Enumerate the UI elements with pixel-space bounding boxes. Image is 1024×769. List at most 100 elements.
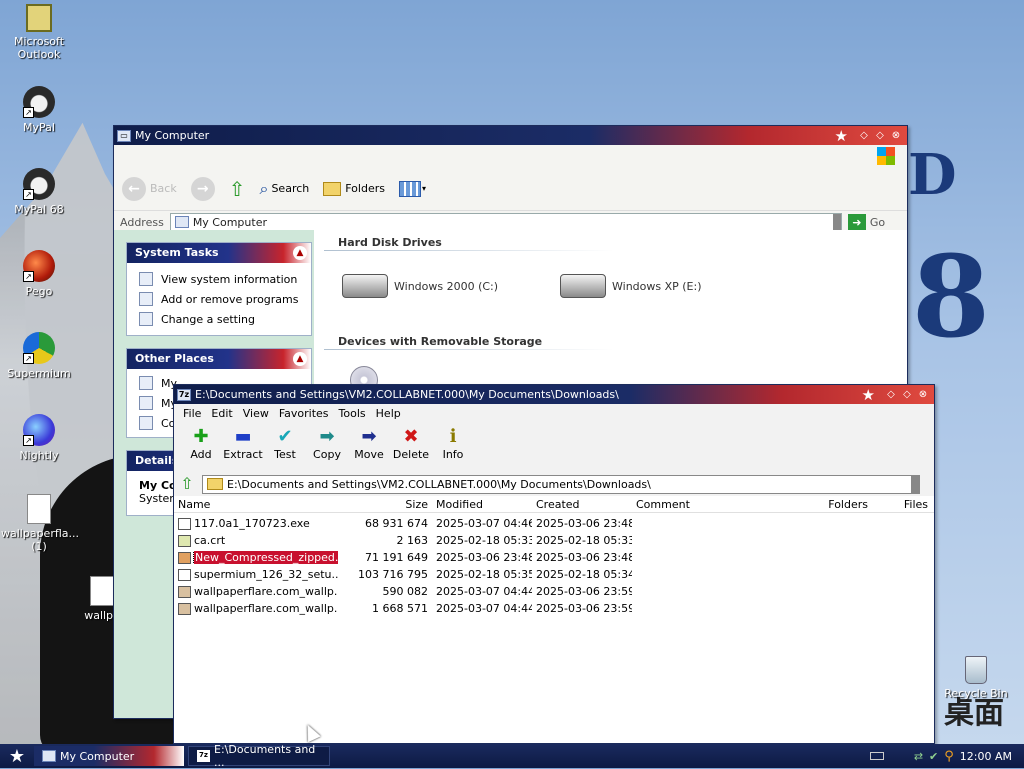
address-label: Address xyxy=(120,215,164,229)
file-row[interactable]: wallpaperflare.com_wallp... 590 082 2025… xyxy=(174,583,934,600)
file-name: 117.0a1_170723.exe xyxy=(194,517,310,530)
file-created: 2025-02-18 05:34 xyxy=(536,568,632,581)
menu-help[interactable]: Help xyxy=(371,407,406,420)
taskbar-item-7zip[interactable]: 7z E:\Documents and ... xyxy=(188,743,330,769)
section-divider xyxy=(324,250,614,251)
taskbar-item-my-computer[interactable]: My Computer xyxy=(34,746,184,766)
search-icon: ⌕ xyxy=(259,178,269,198)
file-name: ca.crt xyxy=(194,534,226,547)
file-row[interactable]: ca.crt 2 163 2025-02-18 05:33 2025-02-18… xyxy=(174,532,934,549)
start-button[interactable]: ★ xyxy=(0,746,34,767)
drive-e[interactable]: Windows XP (E:) xyxy=(560,274,702,298)
collapse-icon[interactable]: ▲ xyxy=(293,352,307,366)
add-button[interactable]: ✚ Add xyxy=(180,426,222,461)
column-created[interactable]: Created xyxy=(532,498,632,511)
info-button[interactable]: ℹ Info xyxy=(432,426,474,461)
collapse-icon[interactable]: ▲ xyxy=(293,246,307,260)
raccoon-icon: ↗ xyxy=(23,86,55,118)
file-row-selected[interactable]: New_Compressed_zipped... 71 191 649 2025… xyxy=(174,549,934,566)
file-row[interactable]: supermium_126_32_setu... 103 716 795 202… xyxy=(174,566,934,583)
copy-button[interactable]: ➡ Copy xyxy=(306,426,348,461)
drive-c[interactable]: Windows 2000 (C:) xyxy=(342,274,498,298)
test-button[interactable]: ✔ Test xyxy=(264,426,306,461)
address-field[interactable]: My Computer xyxy=(169,212,842,232)
move-button[interactable]: ➡ Move xyxy=(348,426,390,461)
7zip-window: 7z E:\Documents and Settings\VM2.COLLABN… xyxy=(173,384,935,744)
folders-button[interactable]: Folders xyxy=(323,181,385,196)
menu-edit[interactable]: Edit xyxy=(206,407,237,420)
column-comment[interactable]: Comment xyxy=(632,498,752,511)
desktop-icon-label: Pego xyxy=(25,285,53,298)
task-label: View system information xyxy=(161,272,298,286)
desktop-icon-nightly[interactable]: ↗ Nightly xyxy=(1,414,77,462)
column-size[interactable]: Size xyxy=(338,498,432,511)
minimize-button[interactable]: ◇ xyxy=(856,129,872,143)
clock[interactable]: 12:00 AM xyxy=(960,750,1012,763)
address-dropdown-icon[interactable] xyxy=(832,213,841,231)
desktop-icon-recycle-bin[interactable]: Recycle Bin xyxy=(938,656,1014,700)
menu-file[interactable]: File xyxy=(178,407,206,420)
minimize-button[interactable]: ◇ xyxy=(883,388,899,402)
maximize-button[interactable]: ◇ xyxy=(899,388,915,402)
exe-file-icon xyxy=(178,517,191,530)
7zip-titlebar[interactable]: 7z E:\Documents and Settings\VM2.COLLABN… xyxy=(174,385,934,404)
menubar-area xyxy=(114,145,907,167)
shield-tray-icon[interactable]: ✔ xyxy=(929,750,938,763)
desktop-icon-outlook[interactable]: Microsoft Outlook xyxy=(1,4,77,61)
copy-icon: ➡ xyxy=(319,426,335,447)
menu-tools[interactable]: Tools xyxy=(334,407,371,420)
network-tray-icon[interactable]: ⇄ xyxy=(914,750,923,763)
desktop-icon-mypal[interactable]: ↗ MyPal xyxy=(1,86,77,134)
up-folder-icon[interactable]: ⇧ xyxy=(178,475,196,493)
maximize-button[interactable]: ◇ xyxy=(872,129,888,143)
system-tasks-panel: System Tasks ▲ View system information A… xyxy=(126,242,312,336)
file-created: 2025-03-06 23:48 xyxy=(536,517,632,530)
desktop-icon-mypal68[interactable]: ↗ MyPal 68 xyxy=(1,168,77,216)
button-label: Delete xyxy=(392,448,430,461)
search-label: Search xyxy=(271,182,310,195)
menu-favorites[interactable]: Favorites xyxy=(274,407,334,420)
panel-title: System Tasks xyxy=(135,246,219,259)
file-row[interactable]: 117.0a1_170723.exe 68 931 674 2025-03-07… xyxy=(174,515,934,532)
file-modified: 2025-03-07 04:44 xyxy=(436,602,532,615)
desktop-icon-pego[interactable]: ↗ Pego xyxy=(1,250,77,298)
panel-title: Other Places xyxy=(135,352,214,365)
column-files[interactable]: Files xyxy=(872,498,932,511)
wallpaper-letter-d: D xyxy=(908,142,957,208)
folders-icon xyxy=(323,181,342,196)
extract-button[interactable]: ▬ Extract xyxy=(222,426,264,461)
raccoon-icon: ↗ xyxy=(23,168,55,200)
views-button[interactable]: ▾ xyxy=(398,180,426,197)
my-computer-titlebar[interactable]: ▭ My Computer ★ ◇ ◇ ⊗ xyxy=(114,126,907,145)
search-tray-icon[interactable]: ⚲ xyxy=(944,749,954,764)
close-button[interactable]: ⊗ xyxy=(888,129,904,143)
search-button[interactable]: ⌕ Search xyxy=(259,179,309,199)
desktop-icon-wallpaper-1[interactable]: wallpaperfla... (1) xyxy=(1,494,79,553)
system-tasks-header[interactable]: System Tasks ▲ xyxy=(127,243,311,263)
close-button[interactable]: ⊗ xyxy=(915,388,931,402)
keyboard-icon[interactable] xyxy=(869,752,884,760)
forward-button[interactable]: → xyxy=(190,176,215,201)
network-icon xyxy=(139,376,153,390)
task-change-setting[interactable]: Change a setting xyxy=(127,309,311,329)
up-button[interactable]: ⇧ xyxy=(229,177,246,201)
other-places-header[interactable]: Other Places ▲ xyxy=(127,349,311,369)
path-field[interactable]: E:\Documents and Settings\VM2.COLLABNET.… xyxy=(202,474,920,494)
task-add-remove-programs[interactable]: Add or remove programs xyxy=(127,289,311,309)
back-button[interactable]: ← Back xyxy=(122,176,177,201)
column-folders[interactable]: Folders xyxy=(752,498,872,511)
star-icon: ★ xyxy=(834,126,848,145)
button-label: Add xyxy=(190,448,212,461)
task-view-system-info[interactable]: View system information xyxy=(127,269,311,289)
file-row[interactable]: wallpaperflare.com_wallp... 1 668 571 20… xyxy=(174,600,934,617)
column-name[interactable]: Name xyxy=(174,498,338,511)
go-button[interactable]: ➜ Go xyxy=(847,213,885,231)
path-dropdown-icon[interactable] xyxy=(911,475,919,493)
column-modified[interactable]: Modified xyxy=(432,498,532,511)
desktop-icon-supermium[interactable]: ↗ Supermium xyxy=(1,332,77,380)
taskbar: ★ My Computer 7z E:\Documents and ... ⇄ … xyxy=(0,743,1024,769)
task-label: E:\Documents and ... xyxy=(214,743,316,769)
file-list: 117.0a1_170723.exe 68 931 674 2025-03-07… xyxy=(174,513,934,617)
menu-view[interactable]: View xyxy=(238,407,274,420)
delete-button[interactable]: ✖ Delete xyxy=(390,426,432,461)
